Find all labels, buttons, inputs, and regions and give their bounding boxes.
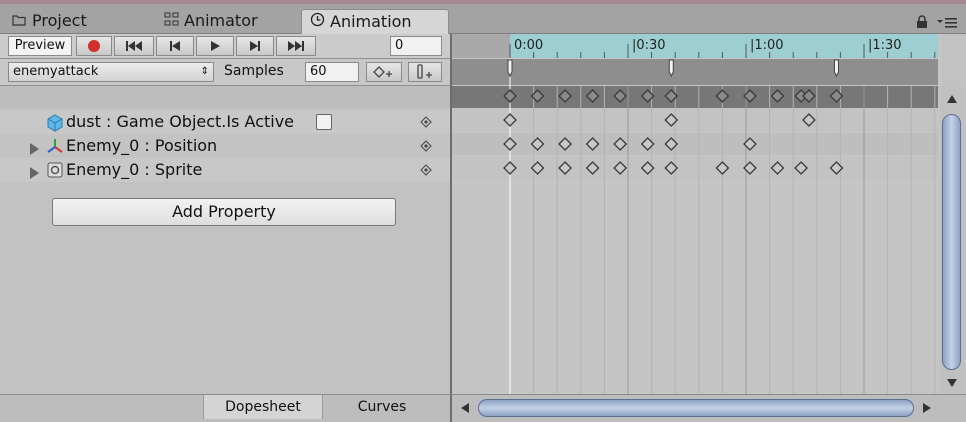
property-label: Enemy_0 : Position xyxy=(66,136,218,155)
ruler-label: 0:00 xyxy=(514,38,543,53)
add-event-button[interactable] xyxy=(408,62,442,82)
clock-icon xyxy=(310,12,326,36)
property-row[interactable]: Enemy_0 : Sprite xyxy=(0,158,450,182)
preview-button[interactable]: Preview xyxy=(8,36,72,56)
animator-icon xyxy=(164,11,180,35)
previous-keyframe-button[interactable] xyxy=(156,36,194,56)
summary-keyframe[interactable] xyxy=(613,89,628,103)
tab-label: Project xyxy=(32,11,87,30)
dopesheet-row[interactable] xyxy=(452,133,938,155)
property-label: dust : Game Object.Is Active xyxy=(66,112,295,131)
horizontal-scroll-thumb[interactable] xyxy=(478,399,914,417)
scroll-right-arrow-icon[interactable] xyxy=(922,402,932,418)
play-button[interactable] xyxy=(196,36,234,56)
is-active-checkbox[interactable] xyxy=(316,114,332,130)
dopesheet-row[interactable] xyxy=(452,109,938,131)
summary-keyframe[interactable] xyxy=(802,89,816,103)
animation-event-marker[interactable] xyxy=(668,59,674,78)
clip-toolbar: enemyattack ⇕ Samples 60 xyxy=(0,59,450,86)
keyframe-diamond-icon[interactable] xyxy=(420,116,432,128)
ruler-label: |1:00 xyxy=(750,38,784,53)
add-property-button[interactable]: Add Property xyxy=(52,198,396,226)
summary-keyframe[interactable] xyxy=(558,89,572,103)
samples-label: Samples xyxy=(224,63,284,79)
summary-row-header xyxy=(0,86,450,108)
animation-event-marker[interactable] xyxy=(507,59,513,78)
next-keyframe-button[interactable] xyxy=(236,36,274,56)
record-button[interactable] xyxy=(76,36,112,56)
summary-keyframe[interactable] xyxy=(715,89,730,103)
summary-keyframe[interactable] xyxy=(585,89,600,103)
sprite-renderer-icon xyxy=(46,161,64,186)
updown-arrows-icon: ⇕ xyxy=(200,66,209,77)
tab-project[interactable]: Project xyxy=(4,9,152,33)
tab-curves[interactable]: Curves xyxy=(322,395,441,419)
animation-event-marker[interactable] xyxy=(833,59,839,78)
tab-animation[interactable]: Animation xyxy=(301,9,449,34)
clip-dropdown[interactable]: enemyattack ⇕ xyxy=(8,62,214,82)
ruler-label: |0:30 xyxy=(632,38,666,53)
property-row[interactable]: Enemy_0 : Position xyxy=(0,134,450,158)
last-keyframe-button[interactable] xyxy=(276,36,316,56)
summary-keyframe[interactable] xyxy=(770,89,785,103)
tab-dopesheet[interactable]: Dopesheet xyxy=(203,395,322,419)
timeline-canvas[interactable]: 0:00 |0:30 |1:00 |1:30 xyxy=(452,34,940,394)
property-row[interactable]: dust : Game Object.Is Active xyxy=(0,110,450,134)
ruler-label: |1:30 xyxy=(868,38,902,53)
folder-icon xyxy=(12,11,28,35)
scroll-left-arrow-icon[interactable] xyxy=(460,402,470,418)
property-label: Enemy_0 : Sprite xyxy=(66,160,203,179)
first-keyframe-button[interactable] xyxy=(114,36,154,56)
tab-label: Animation xyxy=(330,12,412,31)
summary-keyframe[interactable] xyxy=(503,89,517,103)
keyframe-diamond-icon[interactable] xyxy=(420,140,432,152)
dopesheet-row[interactable] xyxy=(452,157,938,179)
lock-icon[interactable] xyxy=(916,15,928,33)
bottom-bar: Dopesheet Curves xyxy=(0,394,966,422)
vertical-scrollbar[interactable] xyxy=(940,86,964,393)
tab-animator[interactable]: Animator xyxy=(156,9,304,33)
tab-label: Animator xyxy=(184,11,258,30)
window-menu-icon[interactable] xyxy=(936,16,960,32)
scroll-up-arrow-icon[interactable] xyxy=(946,92,958,108)
property-list: dust : Game Object.Is Active Enemy_0 : P… xyxy=(0,86,450,393)
clip-name: enemyattack xyxy=(13,64,99,79)
samples-field[interactable]: 60 xyxy=(305,62,359,82)
animation-toolbar: Preview 0 xyxy=(0,34,450,59)
keyframe-diamond-icon[interactable] xyxy=(420,164,432,176)
window-tab-bar: Project Animator Animation xyxy=(0,0,966,34)
expand-arrow-icon[interactable] xyxy=(28,163,40,187)
frame-field[interactable]: 0 xyxy=(390,36,442,56)
scroll-thumb[interactable] xyxy=(942,114,961,370)
add-keyframe-button[interactable] xyxy=(366,62,402,82)
scroll-down-arrow-icon[interactable] xyxy=(946,376,958,392)
